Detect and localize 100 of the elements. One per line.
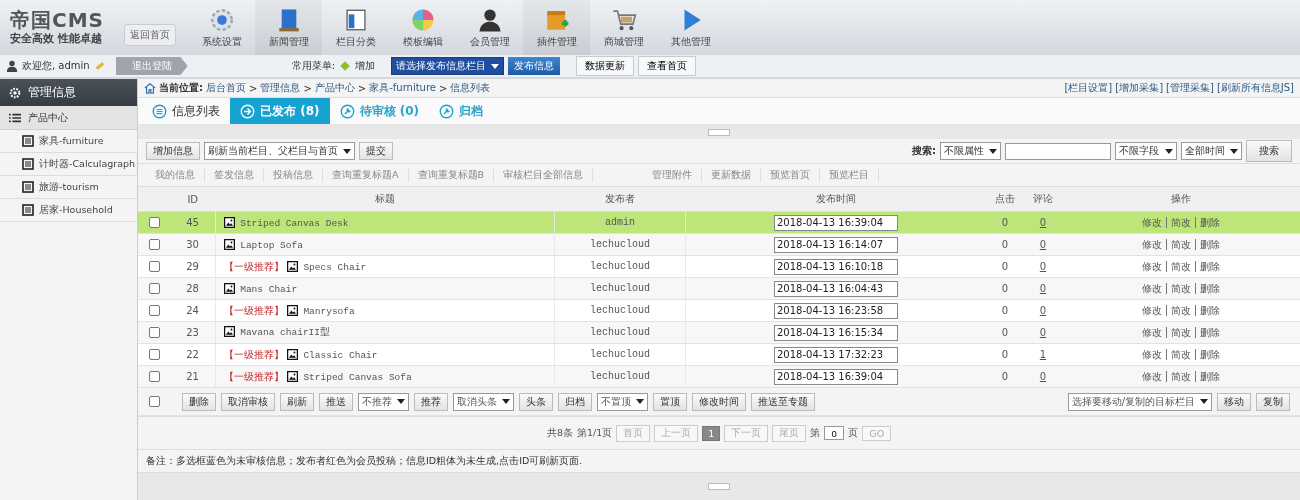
id-cell[interactable]: 28 <box>186 283 199 294</box>
row-action-link[interactable]: 简改 <box>1166 260 1195 272</box>
add-info-button[interactable]: 增加信息 <box>146 142 200 160</box>
search-field[interactable] <box>1005 142 1111 160</box>
row-checkbox[interactable] <box>148 305 160 317</box>
filter-link[interactable]: 审核栏目全部信息 <box>494 168 594 182</box>
time-field[interactable]: 2018-04-13 16:23:58 <box>774 302 898 319</box>
nav-item[interactable]: 模板编辑 <box>389 0 456 55</box>
bulk-action-select[interactable]: 取消头条 <box>453 392 514 411</box>
row-checkbox[interactable] <box>148 371 160 383</box>
column-select[interactable]: 请选择发布信息栏目 <box>391 57 505 75</box>
header-link[interactable]: [刷新所有信息JS] <box>1216 81 1294 95</box>
row-action-link[interactable]: 修改 <box>1138 304 1166 316</box>
view-home-button[interactable]: 查看首页 <box>638 56 697 76</box>
filter-link[interactable]: 投稿信息 <box>264 168 323 182</box>
row-action-link[interactable]: 简改 <box>1166 326 1195 338</box>
attribute-select[interactable]: 不限属性 <box>940 142 1001 160</box>
title-link[interactable]: Manrysofa <box>303 305 355 317</box>
row-checkbox[interactable] <box>148 283 160 295</box>
row-checkbox[interactable] <box>148 349 160 361</box>
row-action-link[interactable]: 删除 <box>1195 238 1224 250</box>
row-action-link[interactable]: 简改 <box>1166 304 1195 316</box>
nav-item[interactable]: 其他管理 <box>657 0 724 55</box>
splitter-handle[interactable] <box>708 128 730 136</box>
nav-item[interactable]: 会员管理 <box>456 0 523 55</box>
row-action-link[interactable]: 修改 <box>1138 370 1166 382</box>
row-action-link[interactable]: 删除 <box>1195 260 1224 272</box>
bulk-action-button[interactable]: 推送 <box>319 392 353 411</box>
title-link[interactable]: Mavana chairII型 <box>240 327 330 338</box>
target-column-select[interactable]: 选择要移动/复制的目标栏目 <box>1067 392 1212 411</box>
comments-link[interactable]: 1 <box>1039 349 1047 360</box>
field-select[interactable]: 不限字段 <box>1115 142 1177 160</box>
page-number-field[interactable]: 0 <box>824 426 845 440</box>
time-field[interactable]: 2018-04-13 16:04:43 <box>774 280 898 297</box>
time-field[interactable]: 2018-04-13 16:10:18 <box>774 258 898 275</box>
title-link[interactable]: Classic Chair <box>303 349 378 361</box>
filter-link[interactable]: 预览栏目 <box>820 168 880 182</box>
tab[interactable]: 信息列表 <box>142 98 230 124</box>
title-link[interactable]: Striped Canvas Sofa <box>303 371 412 383</box>
sidebar-item[interactable]: 旅游-tourism <box>0 176 137 199</box>
bulk-action-select[interactable]: 不推荐 <box>358 392 409 411</box>
comments-link[interactable]: 0 <box>1039 327 1047 338</box>
breadcrumb-link[interactable]: 产品中心 <box>314 81 355 95</box>
filter-link[interactable]: 更新数据 <box>702 168 762 182</box>
row-action-link[interactable]: 删除 <box>1195 326 1224 338</box>
time-field[interactable]: 2018-04-13 17:32:23 <box>774 346 898 363</box>
select-all-checkbox[interactable] <box>148 396 160 408</box>
row-checkbox[interactable] <box>148 327 160 339</box>
table-row[interactable]: 24 【一级推荐】 Manrysofa lechucloud 2018-04-13 16:23:58 0 0 修改 简改 删除 <box>138 299 1300 322</box>
row-action-link[interactable]: 删除 <box>1195 216 1224 228</box>
table-row[interactable]: 45 Striped Canvas Desk admin 2018-04-13 16:39:04 0 0 修改 简改 删除 <box>138 211 1300 234</box>
comments-link[interactable]: 0 <box>1039 217 1047 228</box>
table-row[interactable]: 21 【一级推荐】 Striped Canvas Sofa lechucloud 2018-04-13 16:39:04 0 0 修改 简改 删除 <box>138 365 1300 388</box>
id-cell[interactable]: 30 <box>186 239 199 250</box>
bulk-action-button[interactable]: 推送至专题 <box>751 392 815 411</box>
time-field[interactable]: 2018-04-13 16:39:04 <box>774 214 898 231</box>
sidebar-group[interactable]: 产品中心 <box>0 106 137 130</box>
comments-link[interactable]: 0 <box>1039 283 1047 294</box>
sidebar-item[interactable]: 家具-furniture <box>0 130 137 153</box>
update-data-button[interactable]: 数据更新 <box>576 56 635 76</box>
filter-link[interactable]: 预览首页 <box>761 168 821 182</box>
bulk-action-button[interactable]: 置顶 <box>653 392 687 411</box>
bulk-action-button[interactable]: 修改时间 <box>692 392 746 411</box>
add-link[interactable]: 增加 <box>355 59 376 73</box>
row-action-link[interactable]: 修改 <box>1138 282 1166 294</box>
table-row[interactable]: 29 【一级推荐】 Specs Chair lechucloud 2018-04-13 16:10:18 0 0 修改 简改 删除 <box>138 255 1300 278</box>
nav-item[interactable]: 栏目分类 <box>322 0 389 55</box>
row-action-link[interactable]: 简改 <box>1166 216 1195 228</box>
row-action-link[interactable]: 修改 <box>1138 260 1166 272</box>
publish-button[interactable]: 发布信息 <box>508 57 561 75</box>
title-link[interactable]: Laptop Sofa <box>240 239 303 251</box>
table-row[interactable]: 23 Mavana chairII型 lechucloud 2018-04-13 16:15:34 0 0 修改 简改 删除 <box>138 321 1300 344</box>
time-field[interactable]: 2018-04-13 16:39:04 <box>774 368 898 385</box>
current-page[interactable]: 1 <box>702 425 721 441</box>
id-cell[interactable]: 29 <box>186 261 199 272</box>
bulk-action-select[interactable]: 不置顶 <box>597 392 648 411</box>
title-link[interactable]: Striped Canvas Desk <box>240 217 349 229</box>
table-row[interactable]: 28 Mans Chair lechucloud 2018-04-13 16:04:43 0 0 修改 简改 删除 <box>138 277 1300 300</box>
row-checkbox[interactable] <box>148 239 160 251</box>
row-action-link[interactable]: 简改 <box>1166 238 1195 250</box>
copy-button[interactable]: 复制 <box>1256 392 1290 411</box>
splitter-handle[interactable] <box>708 483 730 490</box>
bulk-action-button[interactable]: 删除 <box>182 392 216 411</box>
header-link[interactable]: [栏目设置] <box>1064 81 1113 95</box>
comments-link[interactable]: 0 <box>1039 261 1047 272</box>
bulk-action-button[interactable]: 归档 <box>558 392 592 411</box>
breadcrumb-link[interactable]: 管理信息 <box>260 81 301 95</box>
row-action-link[interactable]: 删除 <box>1195 348 1224 360</box>
table-row[interactable]: 30 Laptop Sofa lechucloud 2018-04-13 16:14:07 0 0 修改 简改 删除 <box>138 233 1300 256</box>
id-cell[interactable]: 45 <box>186 217 199 228</box>
time-field[interactable]: 2018-04-13 16:14:07 <box>774 236 898 253</box>
breadcrumb-link[interactable]: 家具-furniture <box>369 81 436 95</box>
id-cell[interactable]: 22 <box>186 349 199 360</box>
sidebar-item[interactable]: 计时器-Calculagraph <box>0 153 137 176</box>
move-button[interactable]: 移动 <box>1217 392 1251 411</box>
submit-button[interactable]: 提交 <box>359 142 393 160</box>
row-checkbox[interactable] <box>148 217 160 229</box>
title-link[interactable]: Specs Chair <box>303 261 367 273</box>
row-action-link[interactable]: 修改 <box>1138 238 1166 250</box>
sidebar-item[interactable]: 居家-Household <box>0 199 137 222</box>
